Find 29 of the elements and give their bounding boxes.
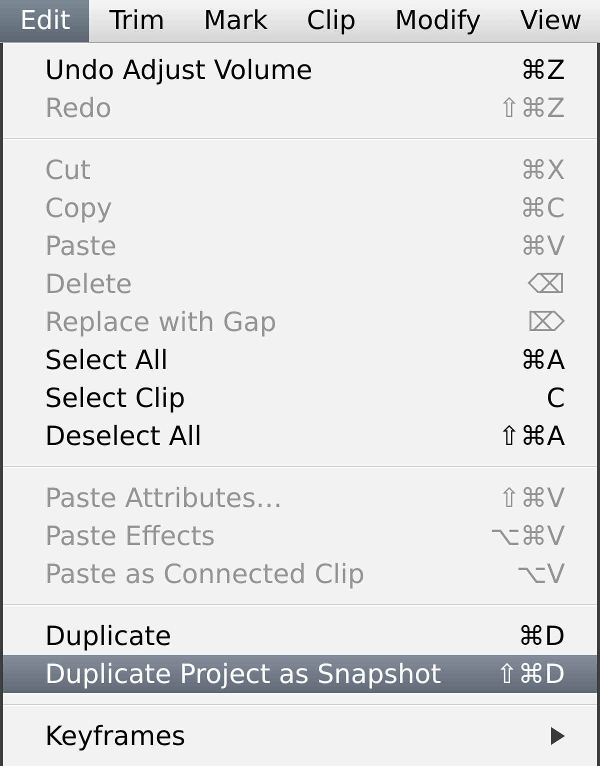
keyboard-shortcut: ⌦ bbox=[528, 306, 565, 338]
keyboard-shortcut: ⇧⌘A bbox=[498, 420, 565, 452]
menu-bar-item[interactable]: Modify bbox=[374, 0, 500, 42]
keyboard-shortcut: ⌫ bbox=[528, 268, 565, 300]
keyboard-shortcut: ⇧⌘D bbox=[496, 658, 565, 690]
keyboard-shortcut: ⌘C bbox=[520, 192, 565, 224]
menu-bar-item[interactable]: Clip bbox=[286, 0, 375, 42]
submenu-arrow-icon bbox=[551, 727, 565, 745]
menu-bar-item[interactable]: Trim bbox=[89, 0, 184, 42]
menu-bar-item[interactable]: View bbox=[500, 0, 600, 42]
menu-item[interactable]: Duplicate Project as Snapshot ⇧⌘D bbox=[3, 655, 597, 693]
keyboard-shortcut: ⇧⌘Z bbox=[498, 92, 565, 124]
keyboard-shortcut: ⌘X bbox=[520, 154, 565, 186]
keyboard-shortcut: ⌘V bbox=[520, 230, 565, 262]
menu-item[interactable]: Undo Adjust Volume ⌘Z bbox=[3, 51, 597, 89]
keyboard-shortcut: C bbox=[546, 382, 565, 414]
menu-item[interactable]: Deselect All ⇧⌘A bbox=[3, 417, 597, 455]
keyboard-shortcut: ⇧⌘V bbox=[498, 482, 565, 514]
keyboard-shortcut: ⌥⌘V bbox=[490, 520, 565, 552]
keyboard-shortcut: ⌥V bbox=[516, 558, 565, 590]
keyboard-shortcut: ⌘D bbox=[518, 620, 565, 652]
menu-item[interactable]: Duplicate ⌘D bbox=[3, 617, 597, 655]
menu-item[interactable]: Select Clip C bbox=[3, 379, 597, 417]
menu-item[interactable]: Select All ⌘A bbox=[3, 341, 597, 379]
menu-bar-item[interactable]: Edit bbox=[0, 0, 90, 42]
menu-item[interactable]: Keyframes bbox=[3, 717, 597, 755]
menu-bar-item[interactable]: Mark bbox=[184, 0, 287, 42]
keyboard-shortcut: ⌘Z bbox=[520, 54, 565, 86]
keyboard-shortcut: ⌘A bbox=[520, 344, 565, 376]
